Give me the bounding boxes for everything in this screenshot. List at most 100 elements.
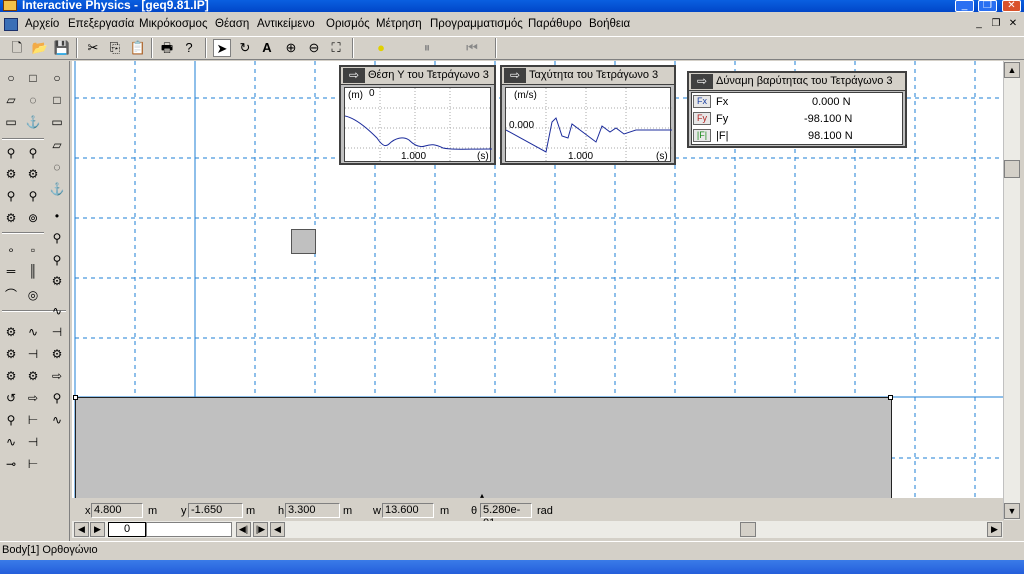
square-point-icon[interactable]: ▫ bbox=[25, 242, 41, 258]
actuator-tool-icon[interactable]: ⚲ bbox=[49, 390, 65, 406]
force-tool-alt-icon[interactable]: ⇨ bbox=[25, 390, 41, 406]
rope-end-icon[interactable]: ⊸ bbox=[3, 456, 19, 472]
meter-arrow-icon[interactable]: ⇨ bbox=[343, 68, 365, 83]
rotation-field[interactable]: 5.280e-01 bbox=[480, 503, 532, 529]
horizontal-scroll-thumb[interactable] bbox=[740, 522, 756, 537]
step-back-icon[interactable]: ◀ bbox=[74, 522, 89, 537]
anchor-tool-alt-icon[interactable]: ⚓ bbox=[49, 181, 65, 197]
fast-forward-icon[interactable]: |▶ bbox=[253, 522, 268, 537]
selection-handle[interactable] bbox=[888, 395, 893, 400]
gravity-meter[interactable]: ⇨ Δύναμη βαρύτητας του Τετράγωνο 3 Fx Fx… bbox=[687, 71, 907, 148]
point-element-icon[interactable]: ∘ bbox=[3, 242, 19, 258]
rectangle-tool-alt-icon[interactable]: ▭ bbox=[49, 114, 65, 130]
scroll-down-button[interactable]: ▼ bbox=[1004, 503, 1020, 519]
arrow-select-icon[interactable]: ➤ bbox=[213, 39, 231, 57]
rectangle-tool-icon[interactable]: ▭ bbox=[3, 114, 19, 130]
torque-tool-icon[interactable]: ↺ bbox=[3, 390, 19, 406]
menu-object[interactable]: Αντικείμενο bbox=[257, 18, 315, 30]
ground-rectangle[interactable] bbox=[75, 397, 892, 498]
print-icon[interactable]: 🖶 bbox=[158, 39, 176, 57]
curved-slot-icon[interactable]: ⌒ bbox=[3, 287, 19, 303]
square-tool-alt-icon[interactable]: □ bbox=[49, 92, 65, 108]
motor-tool-icon[interactable]: ⚙ bbox=[25, 368, 41, 384]
slot-tool-icon[interactable]: ⚲ bbox=[49, 252, 65, 268]
meter-arrow-icon[interactable]: ⇨ bbox=[691, 74, 713, 89]
menu-script[interactable]: Προγραμματισμός bbox=[430, 18, 523, 30]
slot-joint-icon[interactable]: ⚙ bbox=[3, 166, 19, 182]
menu-help[interactable]: Βοήθεια bbox=[589, 18, 630, 30]
pulley-tool-icon[interactable]: ⚙ bbox=[3, 346, 19, 362]
rewind-icon[interactable]: ◀| bbox=[236, 522, 251, 537]
zoom-fit-icon[interactable]: ⛶ bbox=[327, 39, 345, 57]
scroll-left-button[interactable]: ◀ bbox=[270, 522, 285, 537]
zoom-in-icon[interactable]: ⊕ bbox=[282, 39, 300, 57]
pin-joint-icon[interactable]: ⚲ bbox=[3, 188, 19, 204]
rotate-icon[interactable]: ↻ bbox=[236, 39, 254, 57]
step-forward-icon[interactable]: ▶ bbox=[90, 522, 105, 537]
separator-tool-icon[interactable]: ⊣ bbox=[25, 346, 41, 362]
selection-handle[interactable] bbox=[73, 395, 78, 400]
polygon-tool-icon[interactable]: ▱ bbox=[3, 92, 19, 108]
rotation-handle[interactable]: ▴ bbox=[480, 491, 484, 498]
actuator-tool-alt-icon[interactable]: ⚲ bbox=[3, 412, 19, 428]
curved-tool-icon[interactable]: ◌ bbox=[49, 159, 65, 175]
gear-tool-icon[interactable]: ⚙ bbox=[49, 346, 65, 362]
circle-tool-alt-icon[interactable]: ○ bbox=[49, 70, 65, 86]
text-tool-icon[interactable]: A bbox=[258, 39, 276, 57]
help-cursor-icon[interactable]: ? bbox=[180, 39, 198, 57]
square-body[interactable] bbox=[291, 229, 316, 254]
y-coordinate-field[interactable]: -1.650 bbox=[188, 503, 243, 518]
pin-joint-alt-icon[interactable]: ⚲ bbox=[25, 188, 41, 204]
horizontal-scroll-track[interactable] bbox=[286, 522, 986, 537]
horizontal-slot-icon[interactable]: ═ bbox=[3, 263, 19, 279]
save-icon[interactable]: 💾 bbox=[53, 39, 71, 57]
run-icon[interactable]: ● bbox=[372, 39, 390, 57]
cut-icon[interactable]: ✂ bbox=[84, 39, 102, 57]
force-tool-icon[interactable]: ⇨ bbox=[49, 368, 65, 384]
height-field[interactable]: 3.300 bbox=[285, 503, 340, 518]
menu-edit[interactable]: Επεξεργασία bbox=[68, 18, 134, 30]
reset-icon[interactable]: ⏮ bbox=[463, 39, 481, 57]
tape-slider[interactable] bbox=[146, 522, 232, 537]
open-folder-icon[interactable]: 📂 bbox=[31, 39, 49, 57]
rope-tool-icon[interactable]: ⚙ bbox=[3, 324, 19, 340]
zoom-out-icon[interactable]: ⊖ bbox=[305, 39, 323, 57]
menu-define[interactable]: Ορισμός bbox=[326, 18, 370, 30]
square-tool-icon[interactable]: □ bbox=[25, 70, 41, 86]
rod-tool-icon[interactable]: ⊢ bbox=[25, 456, 41, 472]
spring-tool-alt2-icon[interactable]: ∿ bbox=[49, 412, 65, 428]
spring-pin-alt-icon[interactable]: ⊚ bbox=[25, 210, 41, 226]
close-window-button[interactable]: ✕ bbox=[1002, 0, 1021, 12]
menu-window[interactable]: Παράθυρο bbox=[528, 18, 582, 30]
wave-tool-icon[interactable]: ∿ bbox=[3, 434, 19, 450]
meter-arrow-icon[interactable]: ⇨ bbox=[504, 68, 526, 83]
joint-tool-alt2-icon[interactable]: ⚲ bbox=[49, 230, 65, 246]
copy-icon[interactable]: ⎘ bbox=[106, 39, 124, 57]
frame-counter-field[interactable]: 0 bbox=[108, 522, 146, 537]
stop-icon[interactable]: ⏸ bbox=[418, 39, 436, 57]
spring-tool-alt-icon[interactable]: ∿ bbox=[25, 324, 41, 340]
paste-icon[interactable]: 📋 bbox=[129, 39, 147, 57]
menu-world[interactable]: Μικρόκοσμος bbox=[139, 18, 208, 30]
document-icon[interactable] bbox=[4, 18, 18, 31]
width-field[interactable]: 13.600 bbox=[382, 503, 434, 518]
anchor-tool-icon[interactable]: ⚓ bbox=[25, 114, 41, 130]
spring-pin-icon[interactable]: ⚙ bbox=[3, 210, 19, 226]
scroll-right-button[interactable]: ▶ bbox=[987, 522, 1002, 537]
keyed-slot-icon[interactable]: ⚙ bbox=[49, 273, 65, 289]
minimize-window-button[interactable]: _ bbox=[955, 0, 974, 12]
maximize-window-button[interactable]: ❐ bbox=[978, 0, 997, 12]
joint-tool-alt-icon[interactable]: ⚲ bbox=[25, 145, 41, 161]
point-tool-icon[interactable]: • bbox=[49, 208, 65, 224]
circular-slot-icon[interactable]: ◎ bbox=[25, 287, 41, 303]
menu-view[interactable]: Θέαση bbox=[215, 18, 249, 30]
mdi-close-button[interactable]: ✕ bbox=[1005, 17, 1021, 31]
polygon-tool-alt-icon[interactable]: ▱ bbox=[49, 137, 65, 153]
vertical-scroll-thumb[interactable] bbox=[1004, 160, 1020, 178]
x-coordinate-field[interactable]: 4.800 bbox=[91, 503, 143, 518]
linear-actuator-icon[interactable]: ⊢ bbox=[25, 412, 41, 428]
position-meter[interactable]: ⇨ Θέση Υ του Τετράγωνο 3 (m) 0 1.000 (s) bbox=[339, 65, 496, 165]
joint-tool-icon[interactable]: ⚲ bbox=[3, 145, 19, 161]
circle-tool-icon[interactable]: ○ bbox=[3, 70, 19, 86]
velocity-meter[interactable]: ⇨ Ταχύτητα του Τετράγωνο 3 (m/s) 0.000 1… bbox=[500, 65, 676, 165]
